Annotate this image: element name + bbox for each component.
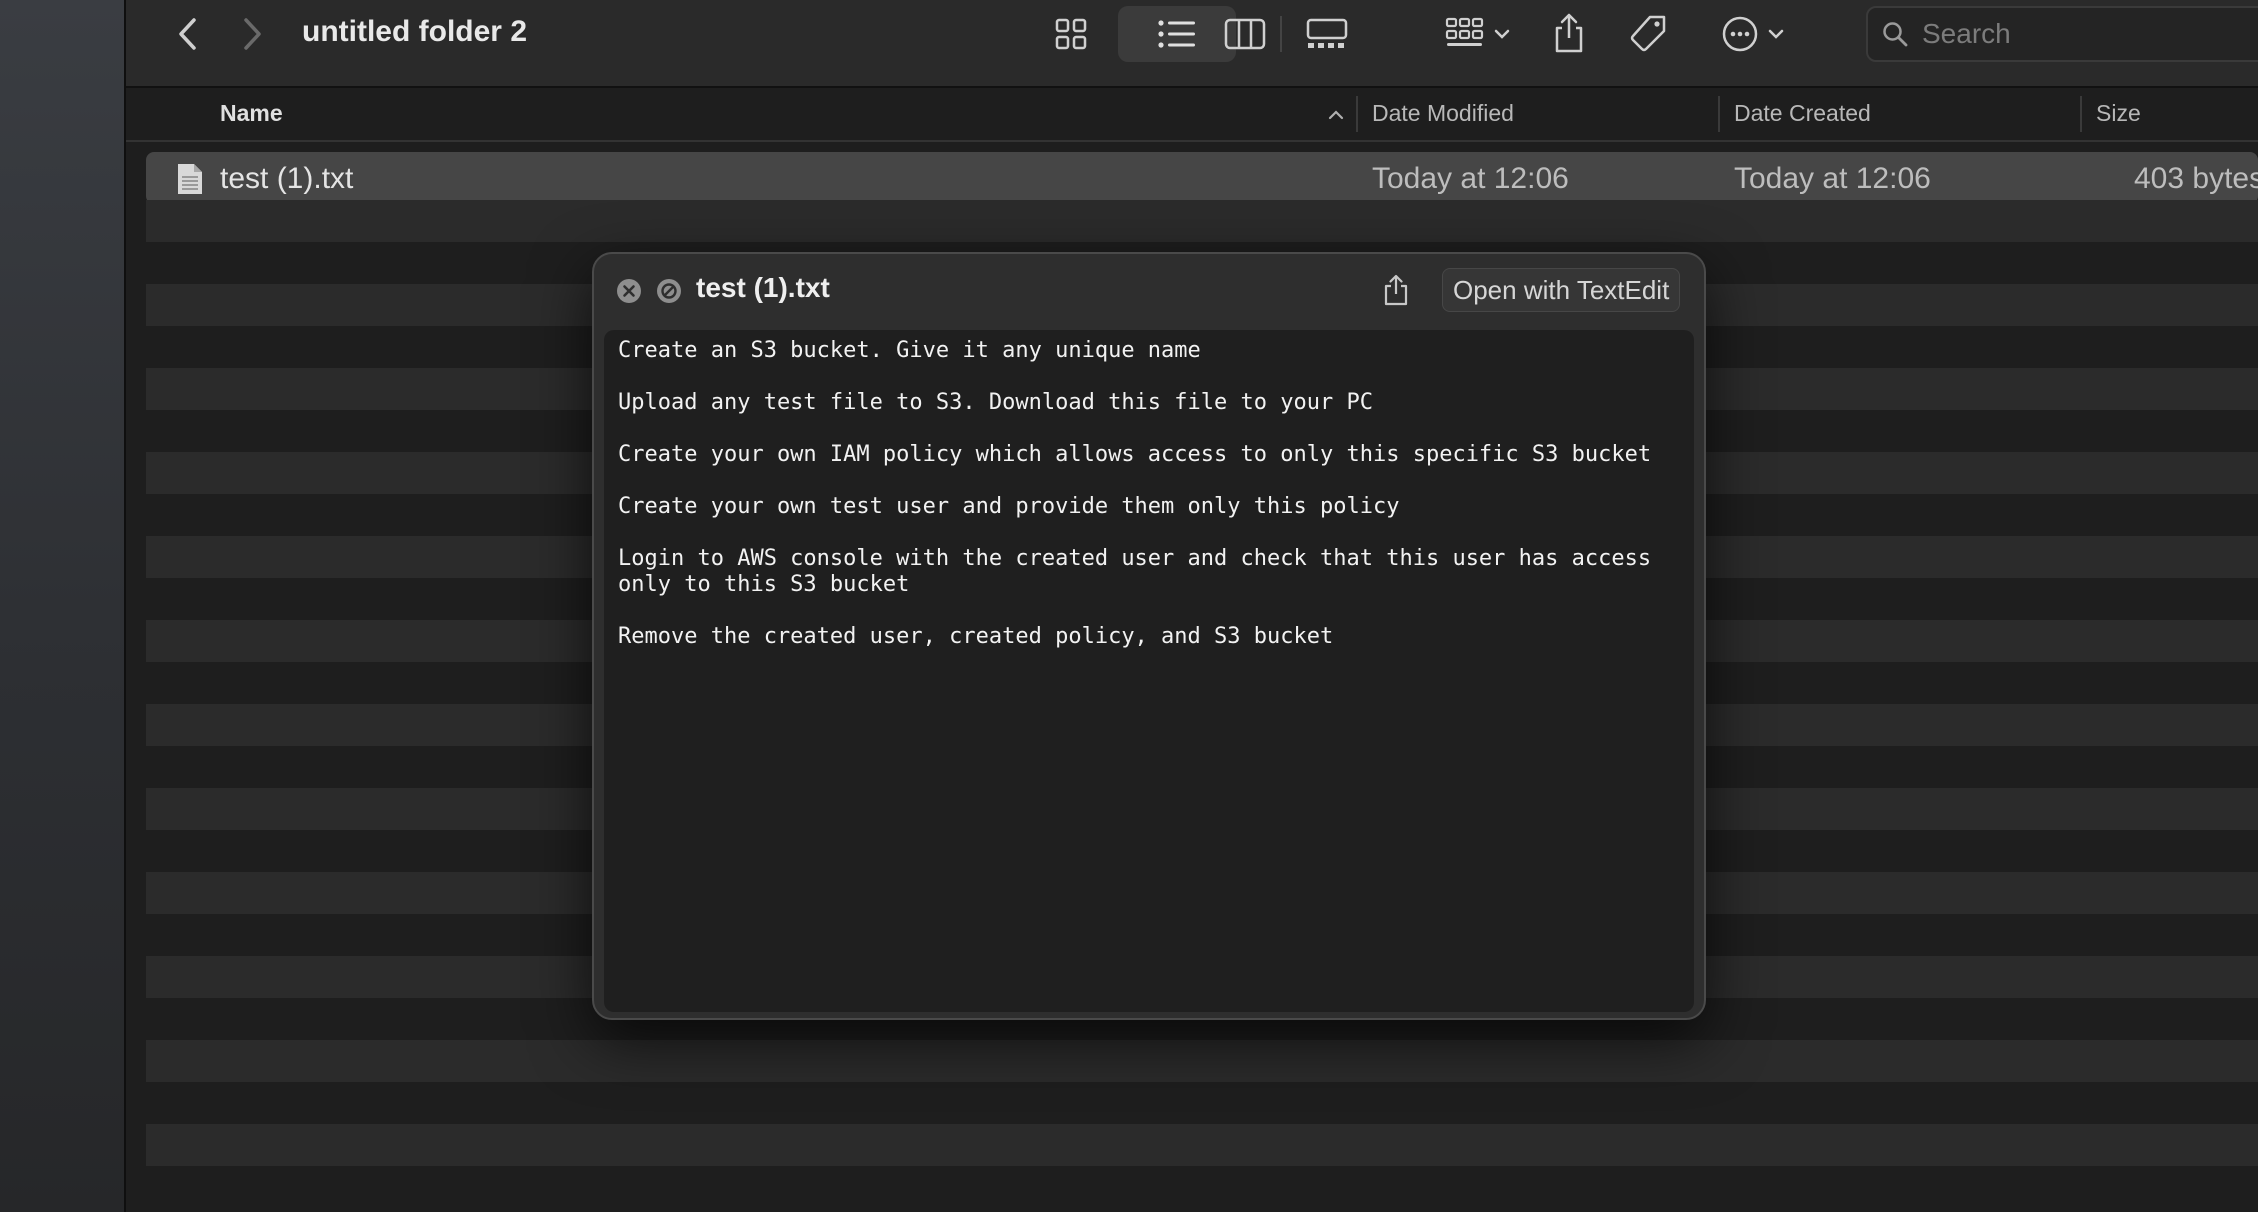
toolbar: untitled folder 2 (126, 0, 2258, 88)
group-by-button[interactable] (1436, 12, 1520, 56)
close-circle-icon[interactable] (616, 278, 642, 304)
quick-look-text-preview[interactable]: Create an S3 bucket. Give it any unique … (604, 330, 1694, 1012)
file-row[interactable]: test (1).txt Today at 12:06 Today at 12:… (146, 152, 2258, 204)
file-size: 403 bytes (2134, 162, 2258, 195)
search-field[interactable] (1866, 6, 2258, 62)
share-icon (1384, 274, 1408, 306)
column-name[interactable]: Name (220, 100, 283, 127)
text-line: Upload any test file to S3. Download thi… (618, 390, 1373, 415)
share-icon (1555, 13, 1583, 53)
text-line: Login to AWS console with the created us… (618, 546, 1652, 571)
ellipsis-circle-icon (1722, 16, 1758, 52)
list-icon (1158, 20, 1195, 48)
empty-row (146, 1040, 2258, 1082)
chevron-down-icon (1768, 29, 1784, 39)
share-button[interactable] (1546, 8, 1592, 58)
file-date-created: Today at 12:06 (1734, 162, 1931, 195)
finder-window: untitled folder 2 Search Name Date Modif… (126, 0, 2258, 1212)
block-circle-icon[interactable] (656, 278, 682, 304)
column-date-modified[interactable]: Date Modified (1372, 100, 1514, 127)
chevron-down-icon (1494, 29, 1510, 39)
text-line: Create your own IAM policy which allows … (618, 442, 1652, 467)
column-header: Name Date Modified Date Created Size (126, 88, 2258, 142)
column-separator (1718, 96, 1720, 132)
back-button[interactable] (166, 12, 210, 56)
view-as-gallery-button[interactable] (1298, 14, 1356, 54)
view-as-columns-button[interactable] (1216, 14, 1274, 54)
quick-look-share-button[interactable] (1376, 268, 1416, 312)
gallery-icon (1306, 18, 1348, 48)
open-with-textedit-button[interactable]: Open with TextEdit (1442, 268, 1681, 312)
quick-look-window: test (1).txt Open with TextEdit Create a… (592, 252, 1706, 1020)
text-line: Create an S3 bucket. Give it any unique … (618, 338, 1201, 363)
column-separator (1356, 96, 1358, 132)
document-icon (178, 164, 202, 194)
text-line: Remove the created user, created policy,… (618, 624, 1334, 649)
file-name: test (1).txt (220, 162, 354, 195)
sort-ascending-icon (1328, 110, 1344, 120)
view-as-icons-button[interactable] (1048, 14, 1094, 54)
empty-row (146, 1124, 2258, 1166)
group-icon (1445, 17, 1484, 46)
folder-title: untitled folder 2 (302, 15, 527, 48)
tag-button[interactable] (1622, 10, 1674, 58)
chevron-left-icon (179, 18, 196, 50)
text-line: only to this S3 bucket (618, 572, 910, 597)
more-actions-button[interactable] (1708, 12, 1798, 56)
magnifier-icon (1883, 22, 1908, 47)
quick-look-title: test (1).txt (696, 272, 830, 303)
file-date-modified: Today at 12:06 (1372, 162, 1569, 195)
column-size[interactable]: Size (2096, 100, 2141, 127)
sidebar-pane (0, 0, 126, 1212)
column-separator (2080, 96, 2082, 132)
empty-row (146, 200, 2258, 242)
quick-look-titlebar: test (1).txt Open with TextEdit (594, 254, 1704, 324)
column-date-created[interactable]: Date Created (1734, 100, 1871, 127)
text-line: Create your own test user and provide th… (618, 494, 1400, 519)
tag-icon (1630, 15, 1666, 52)
toolbar-divider (1280, 16, 1282, 52)
chevron-right-icon (244, 18, 261, 50)
grid-icon (1055, 18, 1087, 50)
search-input[interactable] (1920, 17, 2244, 51)
forward-button[interactable] (230, 12, 274, 56)
columns-icon (1224, 18, 1266, 50)
